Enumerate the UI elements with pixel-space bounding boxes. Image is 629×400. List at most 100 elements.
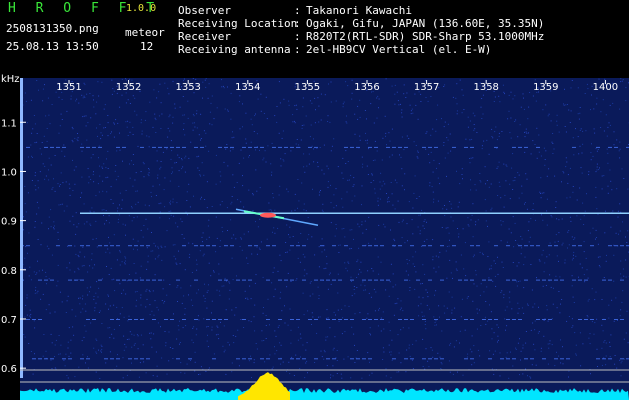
noise-pixel (620, 78, 622, 80)
noise-pixel (535, 219, 536, 221)
noise-pixel (330, 222, 332, 224)
interference-segment (116, 358, 120, 360)
noise-pixel (425, 289, 427, 291)
noise-pixel (591, 288, 593, 290)
noise-pixel (72, 159, 73, 161)
noise-pixel (487, 320, 489, 322)
noise-pixel (596, 103, 598, 105)
noise-pixel (482, 254, 484, 256)
noise-pixel (149, 332, 151, 334)
noise-pixel (318, 298, 320, 299)
interference-segment (146, 279, 150, 281)
noise-pixel (227, 165, 229, 167)
noise-pixel (581, 152, 583, 154)
noise-pixel (493, 101, 495, 102)
interference-segment (572, 279, 576, 281)
noise-pixel (216, 237, 218, 239)
noise-pixel (566, 197, 568, 199)
noise-pixel (29, 266, 31, 268)
noise-pixel (81, 150, 83, 152)
noise-pixel (521, 247, 523, 249)
noise-pixel (273, 296, 275, 298)
interference-segment (452, 146, 456, 148)
noise-pixel (24, 336, 26, 338)
noise-pixel (490, 311, 492, 313)
noise-pixel (532, 322, 534, 324)
noise-pixel (206, 291, 208, 293)
noise-pixel (119, 250, 121, 252)
noise-pixel (129, 177, 131, 179)
noise-pixel (51, 342, 53, 344)
noise-pixel (234, 314, 236, 316)
noise-pixel (435, 130, 437, 132)
noise-pixel (153, 89, 155, 91)
noise-pixel (307, 217, 309, 218)
noise-pixel (187, 100, 189, 102)
noise-pixel (444, 215, 446, 216)
interference-segment (152, 146, 156, 148)
noise-pixel (67, 245, 68, 247)
noise-pixel (509, 301, 511, 303)
noise-pixel (609, 356, 611, 358)
interference-segment (590, 245, 594, 247)
noise-pixel (508, 228, 510, 230)
noise-pixel (59, 185, 60, 187)
noise-pixel (109, 327, 111, 329)
interference-segment (464, 358, 468, 360)
noise-pixel (129, 121, 131, 123)
noise-pixel (115, 165, 117, 166)
noise-pixel (583, 251, 585, 253)
interference-segment (32, 319, 36, 320)
noise-pixel (156, 306, 158, 308)
noise-pixel (583, 224, 585, 225)
noise-pixel (51, 188, 53, 190)
noise-pixel (369, 327, 371, 329)
noise-pixel (426, 291, 428, 293)
noise-pixel (385, 289, 387, 291)
noise-pixel (133, 263, 135, 264)
noise-pixel (160, 161, 162, 162)
noise-pixel (151, 346, 153, 348)
noise-pixel (410, 110, 412, 112)
noise-pixel (288, 104, 290, 106)
noise-pixel (422, 366, 424, 367)
noise-pixel (433, 201, 434, 203)
noise-pixel (484, 316, 486, 318)
noise-pixel (46, 283, 47, 285)
interference-segment (374, 279, 378, 281)
noise-pixel (226, 280, 227, 282)
noise-pixel (506, 306, 508, 308)
noise-pixel (24, 203, 26, 205)
noise-pixel (202, 232, 204, 234)
noise-pixel (26, 294, 28, 296)
noise-pixel (596, 97, 598, 99)
noise-pixel (459, 330, 461, 332)
noise-pixel (562, 363, 564, 365)
noise-pixel (514, 177, 516, 178)
noise-pixel (287, 324, 289, 326)
noise-pixel (109, 305, 111, 307)
noise-pixel (68, 183, 70, 185)
noise-pixel (397, 334, 399, 336)
noise-pixel (531, 364, 533, 366)
noise-pixel (147, 261, 149, 263)
noise-pixel (251, 124, 253, 126)
noise-pixel (465, 275, 467, 277)
noise-pixel (277, 270, 279, 272)
noise-pixel (51, 104, 53, 105)
noise-pixel (286, 370, 288, 372)
interference-segment (422, 146, 426, 148)
noise-pixel (202, 97, 203, 99)
noise-pixel (356, 350, 358, 351)
noise-pixel (601, 324, 603, 326)
noise-pixel (117, 210, 118, 212)
noise-pixel (160, 102, 162, 104)
noise-pixel (166, 294, 168, 296)
noise-pixel (511, 167, 513, 169)
noise-pixel (610, 226, 612, 228)
noise-pixel (390, 229, 391, 231)
noise-pixel (93, 106, 95, 108)
noise-pixel (576, 199, 578, 201)
noise-pixel (609, 124, 611, 126)
interference-segment (362, 319, 366, 320)
